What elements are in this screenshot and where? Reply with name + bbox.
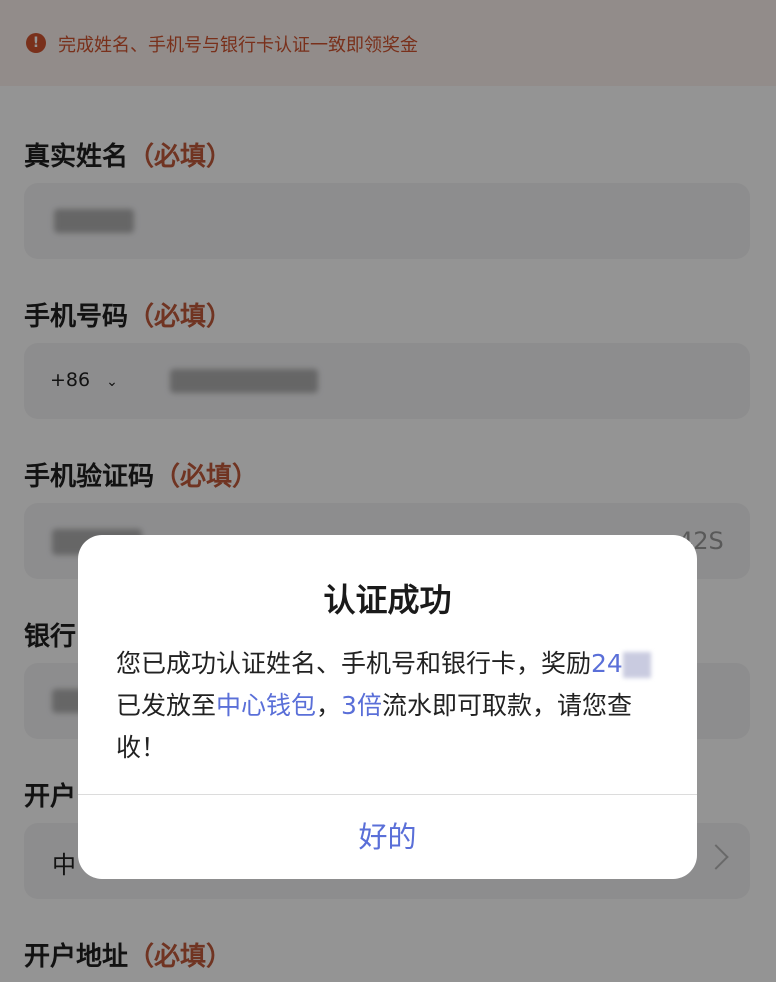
ok-button[interactable]: 好的 <box>78 795 697 879</box>
success-dialog: 认证成功 您已成功认证姓名、手机号和银行卡，奖励24已发放至中心钱包，3倍流水即… <box>78 535 697 879</box>
multiplier: 3倍 <box>341 691 382 720</box>
dialog-title: 认证成功 <box>323 581 452 619</box>
dialog-message: 您已成功认证姓名、手机号和银行卡，奖励24已发放至中心钱包，3倍流水即可取款，请… <box>116 643 664 769</box>
reward-amount: 24 <box>591 649 623 678</box>
masked-amount <box>622 652 651 678</box>
wallet-name: 中心钱包 <box>216 691 317 720</box>
